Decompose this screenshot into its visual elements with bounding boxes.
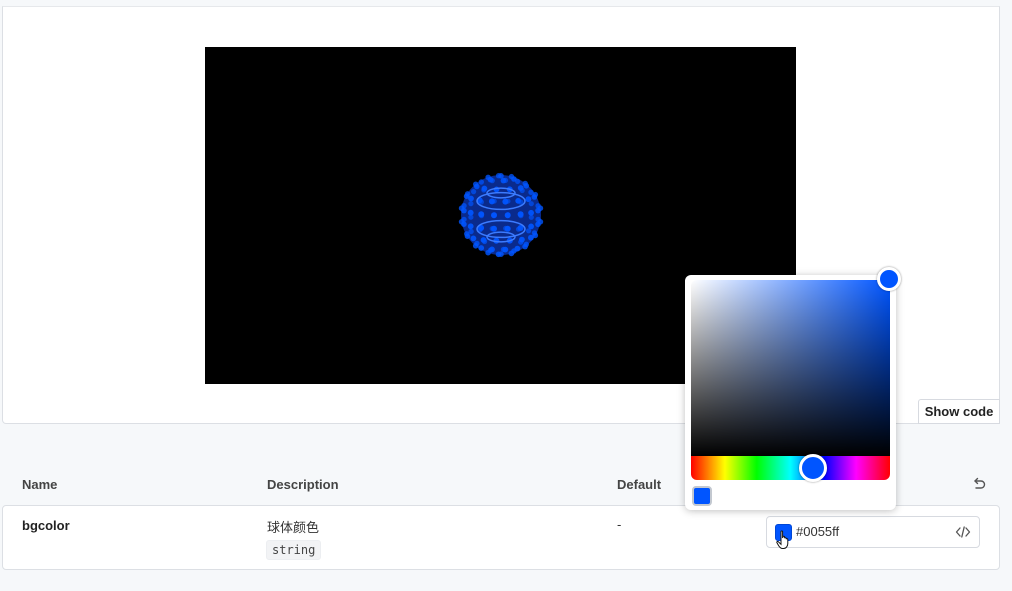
sphere-particle [461, 203, 467, 209]
sphere-particle [515, 178, 521, 184]
sphere-particle [518, 239, 524, 245]
sphere-particle [461, 216, 467, 223]
sphere-particle [491, 212, 497, 218]
sphere-particle [470, 235, 477, 242]
sphere-particle [474, 240, 480, 247]
sphere-particle [495, 173, 502, 179]
sphere-particle [468, 201, 474, 207]
saturation-handle[interactable] [877, 267, 901, 291]
sphere-particle [482, 238, 488, 245]
sphere-particle [468, 228, 474, 235]
sphere-particle [505, 212, 511, 218]
hue-slider[interactable] [691, 456, 890, 480]
prop-type-badge: string [266, 540, 322, 560]
sphere-particle [478, 213, 485, 219]
sphere-particle [489, 178, 495, 184]
sphere-particle [491, 198, 497, 204]
show-code-button[interactable]: Show code [918, 399, 1000, 424]
sphere-particle [522, 243, 528, 250]
sphere-particle [478, 199, 484, 205]
sphere-particle [498, 251, 504, 257]
column-header-name: Name [22, 477, 58, 492]
sphere-particle [523, 183, 530, 189]
prop-description: 球体颜色 [267, 520, 320, 535]
sphere-particle [503, 225, 509, 231]
sphere-particle [478, 179, 484, 185]
undo-icon[interactable] [971, 476, 987, 492]
column-header-default: Default [617, 477, 662, 492]
sphere-particle [525, 196, 532, 203]
sphere-particle [468, 214, 474, 220]
hue-handle[interactable] [799, 454, 827, 482]
sphere-particle [489, 226, 495, 232]
color-hex-value[interactable]: #0055ff [796, 524, 839, 539]
sphere-particle [518, 213, 524, 219]
sphere-particle [535, 221, 541, 228]
sphere-particle [471, 189, 477, 195]
sphere-particle [473, 181, 479, 187]
sphere-particle [478, 245, 485, 251]
sphere-particle [500, 246, 507, 253]
sphere-particle [481, 187, 487, 193]
sphere-particle [519, 187, 525, 194]
sphere-particle [505, 198, 511, 204]
column-header-description: Description [267, 477, 339, 492]
sphere-particle [464, 191, 471, 197]
saturation-area[interactable] [691, 280, 890, 456]
sphere-particle [535, 207, 541, 214]
sphere-particle [515, 226, 522, 232]
sphere-particle [528, 214, 534, 220]
sphere-particle [487, 247, 494, 253]
code-icon[interactable] [955, 524, 971, 540]
sphere-particle [508, 173, 515, 180]
preset-swatch[interactable] [692, 486, 712, 506]
sphere-particle [531, 194, 538, 200]
sphere-particle [502, 177, 509, 183]
pointer-cursor-icon [776, 530, 789, 549]
sphere-particle [528, 201, 534, 207]
sphere-particle [528, 234, 534, 241]
sphere-particle [526, 228, 532, 234]
sphere-particle [485, 174, 491, 180]
prop-name: bgcolor [22, 518, 70, 533]
sphere-particle [467, 223, 474, 230]
prop-default: - [617, 517, 622, 532]
sphere-particle [508, 250, 515, 257]
